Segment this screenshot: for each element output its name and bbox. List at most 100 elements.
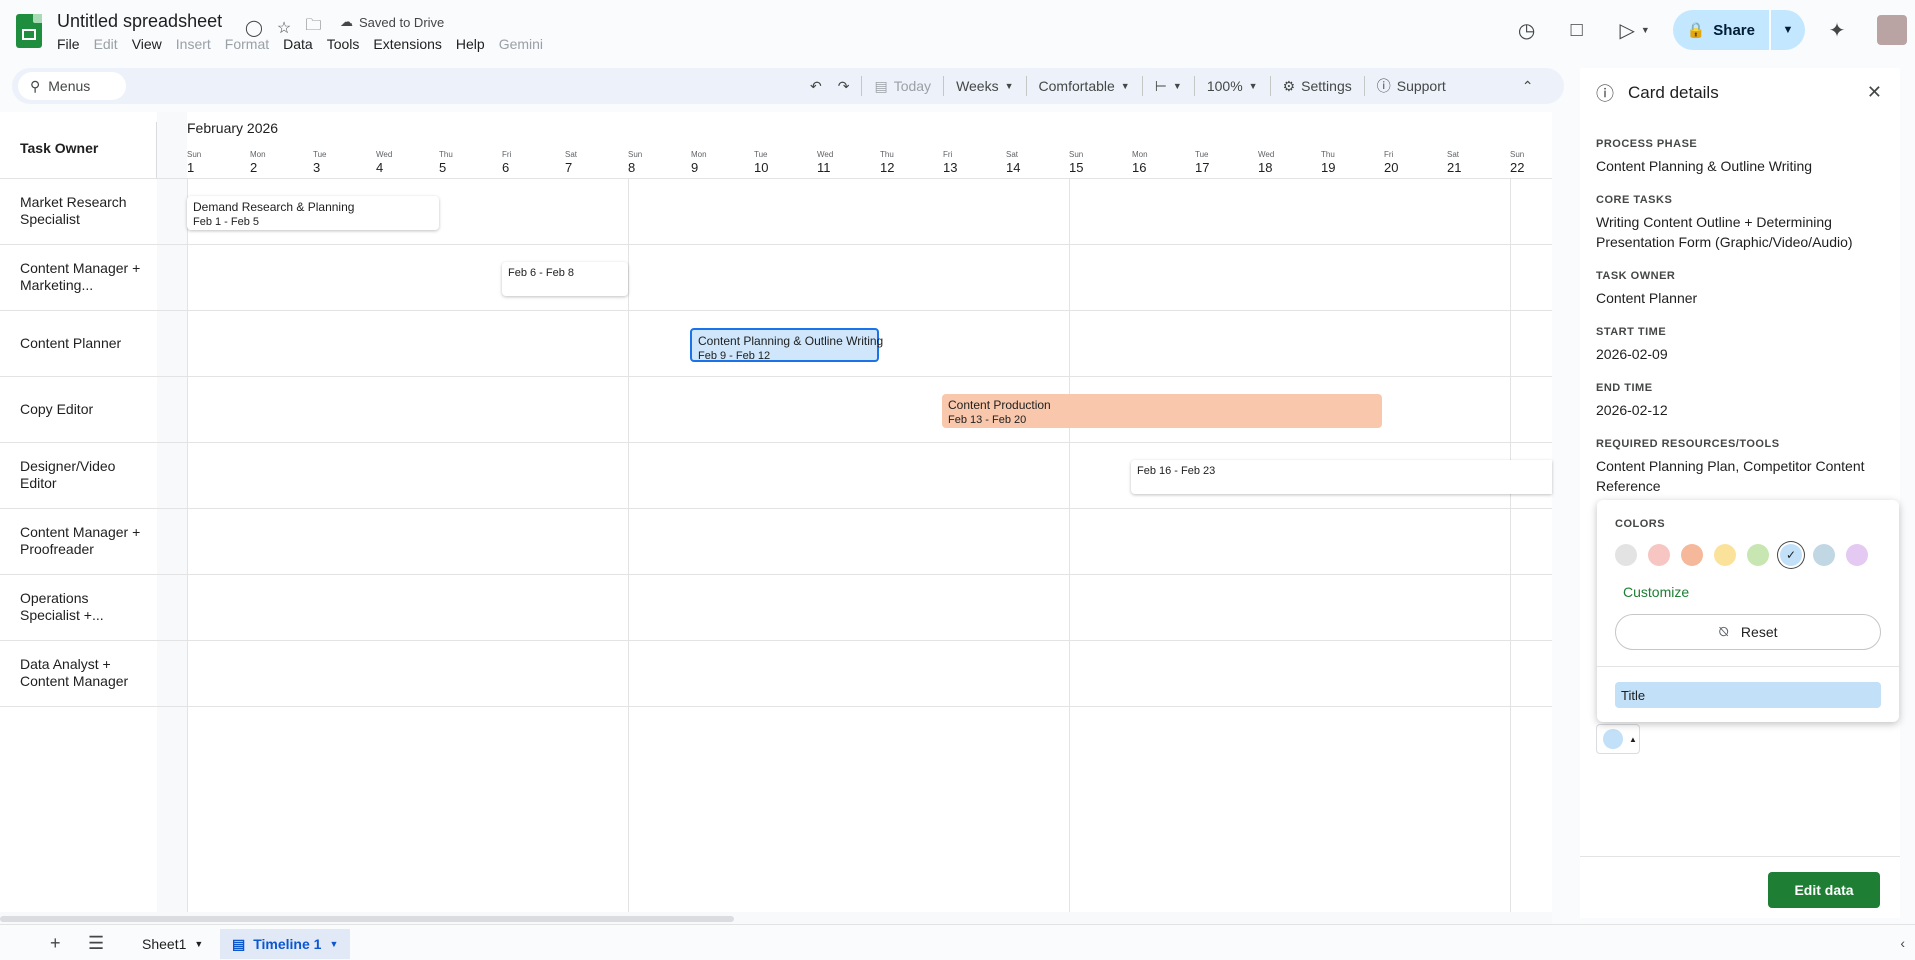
chevron-left-icon[interactable]: ‹ (1900, 935, 1905, 951)
collapse-toolbar-button[interactable]: ⌃ (1514, 68, 1542, 104)
share-dropdown[interactable]: ▼ (1771, 10, 1805, 50)
row-divider (0, 442, 1552, 443)
menu-edit[interactable]: Edit (94, 36, 126, 52)
info-icon: ⓘ (1596, 84, 1614, 104)
card-color-button[interactable]: ▲ (1596, 724, 1640, 754)
sheet-tab-timeline[interactable]: ▤ Timeline 1 ▼ (220, 929, 351, 959)
color-swatch[interactable] (1813, 544, 1835, 566)
star-icon[interactable]: ☆ (277, 18, 291, 38)
history-icon[interactable]: ◷ (1507, 10, 1547, 50)
timeline-card[interactable]: Feb 6 - Feb 8 (502, 262, 628, 296)
reset-button[interactable]: ⦰ Reset (1615, 614, 1881, 650)
color-swatch[interactable] (1648, 544, 1670, 566)
add-sheet-icon[interactable]: + (50, 933, 61, 954)
day-column-header: Sun 22 (1510, 150, 1525, 175)
timeline-card[interactable]: Content Production Feb 13 - Feb 20 (942, 394, 1382, 428)
share-button[interactable]: 🔒 Share (1672, 10, 1769, 50)
color-swatch[interactable]: ✓ (1780, 544, 1802, 566)
caret-down-icon: ▼ (1120, 81, 1130, 91)
save-status[interactable]: ☁ Saved to Drive (340, 14, 444, 30)
task-owner-row: Operations Specialist +... (20, 590, 104, 623)
day-column-header: Wed 18 (1258, 150, 1275, 175)
day-column-header: Mon 9 (691, 150, 707, 175)
caret-up-icon: ▲ (1629, 734, 1637, 744)
day-column-header: Thu 12 (880, 150, 895, 175)
zoom-dropdown[interactable]: 100% ▼ (1199, 68, 1266, 104)
today-button[interactable]: ▤ Today (866, 68, 939, 104)
edit-data-button[interactable]: Edit data (1768, 872, 1880, 908)
row-divider (0, 376, 1552, 377)
redo-icon: ↷ (837, 77, 850, 94)
day-column-header: Thu 19 (1321, 150, 1336, 175)
gemini-spark-icon[interactable]: ✦ (1817, 10, 1857, 50)
menu-bar: File Edit View Insert Format Data Tools … (57, 36, 557, 52)
menu-tools[interactable]: Tools (327, 36, 368, 52)
caret-down-icon: ▼ (194, 939, 204, 949)
cloud-icon: ☁ (340, 14, 353, 29)
comments-icon[interactable]: □ (1557, 10, 1597, 50)
support-button[interactable]: ⓘ Support (1369, 68, 1454, 104)
color-swatch[interactable] (1846, 544, 1868, 566)
day-column-header: Fri 13 (943, 150, 958, 175)
caret-down-icon: ▼ (329, 939, 339, 949)
task-owner-header: Task Owner (20, 140, 99, 156)
redo-button[interactable]: ↷ (830, 68, 858, 104)
horizontal-scrollbar[interactable] (0, 912, 1552, 924)
color-swatch[interactable] (1747, 544, 1769, 566)
undo-button[interactable]: ↶ (802, 68, 830, 104)
caret-down-icon: ▼ (1004, 81, 1014, 91)
menus-search[interactable]: ⚲ Menus (18, 72, 126, 100)
all-sheets-icon[interactable]: ☰ (88, 933, 104, 954)
day-column-header: Mon 2 (250, 150, 266, 175)
color-swatch[interactable] (1681, 544, 1703, 566)
title-color-target[interactable]: Title (1615, 682, 1881, 708)
menu-help[interactable]: Help (456, 36, 493, 52)
menu-format[interactable]: Format (225, 36, 277, 52)
settings-button[interactable]: ⚙ Settings (1275, 68, 1360, 104)
group-dropdown[interactable]: ⊢ ▼ (1147, 68, 1190, 104)
calendar-icon: ▤ (874, 77, 888, 94)
sheet-tab-bar: + ☰ Sheet1 ▼ ▤ Timeline 1 ▼ ‹ (0, 924, 1915, 960)
timeline-card[interactable]: Demand Research & Planning Feb 1 - Feb 5 (187, 196, 439, 230)
undo-icon: ↶ (810, 77, 822, 94)
timeline-card-selected[interactable]: Content Planning & Outline Writing Feb 9… (690, 328, 883, 362)
color-swatch[interactable] (1714, 544, 1736, 566)
meet-icon[interactable]: ▷ ▼ (1607, 10, 1663, 50)
color-swatch[interactable] (1615, 544, 1637, 566)
density-dropdown[interactable]: Comfortable ▼ (1031, 68, 1138, 104)
chevron-up-icon: ⌃ (1521, 77, 1534, 94)
row-divider (0, 706, 1552, 707)
menu-view[interactable]: View (132, 36, 170, 52)
menu-gemini[interactable]: Gemini (499, 36, 551, 52)
resources-value: Content Planning Plan, Competitor Conten… (1596, 458, 1865, 494)
week-divider (1510, 178, 1511, 912)
sheet-tab-sheet1[interactable]: Sheet1 ▼ (130, 929, 215, 959)
task-owner-row: Data Analyst + Content Manager (20, 656, 129, 689)
customize-link[interactable]: Customize (1623, 584, 1689, 600)
sheets-logo-icon[interactable] (16, 14, 42, 48)
app-header: Untitled spreadsheet ◯ ☆ 🗀 ☁ Saved to Dr… (0, 0, 1915, 62)
document-title[interactable]: Untitled spreadsheet (57, 11, 222, 32)
timeline-icon: ▤ (232, 935, 246, 952)
row-divider (0, 178, 1552, 179)
weeks-dropdown[interactable]: Weeks ▼ (948, 68, 1021, 104)
week-divider (1069, 178, 1070, 912)
task-owner-row: Content Planner (20, 334, 122, 351)
badge-icon[interactable]: ◯ (245, 18, 263, 38)
menu-data[interactable]: Data (283, 36, 321, 52)
day-column-header: Sat 14 (1006, 150, 1021, 175)
avatar[interactable] (1877, 15, 1907, 45)
caret-down-icon: ▼ (1248, 81, 1258, 91)
day-column-header: Thu 5 (439, 150, 453, 175)
menu-file[interactable]: File (57, 36, 88, 52)
scrollbar-thumb[interactable] (0, 916, 734, 922)
day-column-header: Sat 7 (565, 150, 578, 175)
color-dot (1603, 729, 1623, 749)
timeline-card[interactable]: Feb 16 - Feb 23 (1131, 460, 1552, 494)
process-phase-value: Content Planning & Outline Writing (1596, 158, 1813, 174)
menu-insert[interactable]: Insert (176, 36, 219, 52)
menu-extensions[interactable]: Extensions (373, 36, 449, 52)
row-divider (0, 244, 1552, 245)
day-column-header: Fri 6 (502, 150, 512, 175)
close-icon[interactable]: ✕ (1867, 82, 1882, 103)
